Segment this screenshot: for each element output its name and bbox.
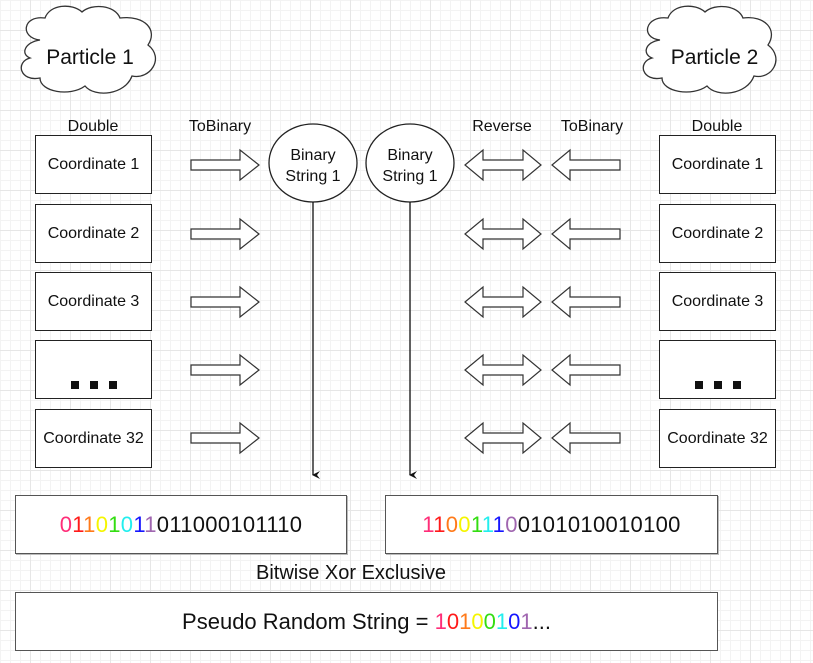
colored-digit: 0 <box>458 511 471 537</box>
cloud-label-particle-2: Particle 2 <box>670 46 759 69</box>
pseudo-random-result-box: Pseudo Random String = 10100101... <box>15 592 718 651</box>
ellipsis-dots <box>660 381 775 389</box>
left-coordinate-32: Coordinate 32 <box>35 409 152 468</box>
right-arrow-icon <box>190 217 260 251</box>
right-coordinate-2: Coordinate 2 <box>659 204 776 263</box>
dot <box>89 381 98 389</box>
left-coordinate-1: Coordinate 1 <box>35 135 152 194</box>
result-suffix: ... <box>532 608 551 634</box>
left-coordinate-3: Coordinate 3 <box>35 272 152 331</box>
type-label-right: Double <box>691 118 743 135</box>
colored-digit: 1 <box>422 511 434 537</box>
colored-digit: 0 <box>505 511 518 537</box>
double-arrow-icon <box>464 148 542 182</box>
ellipsis-dots <box>36 381 151 389</box>
binary-string-left-box: 01101011 011000101110 <box>15 495 347 554</box>
colored-digit: 1 <box>434 608 447 634</box>
double-arrow-icon <box>464 421 542 455</box>
binary-string-left-colored: 01101011 <box>60 512 157 538</box>
left-arrow-icon <box>551 421 621 455</box>
binary-node-right-label: Binary String 1 <box>366 145 454 187</box>
convert-label-left: ToBinary <box>188 118 252 135</box>
colored-digit: 0 <box>120 511 134 537</box>
dot <box>713 381 722 389</box>
right-arrow-icon <box>190 285 260 319</box>
double-arrow-icon <box>464 285 542 319</box>
right-arrow-icon <box>190 148 260 182</box>
dot <box>70 381 79 389</box>
right-coordinate-1: Coordinate 1 <box>659 135 776 194</box>
reverse-label: Reverse <box>472 118 532 135</box>
colored-digit: 0 <box>95 511 109 537</box>
double-arrow-icon <box>464 353 542 387</box>
colored-digit: 1 <box>495 608 509 634</box>
colored-digit: 1 <box>481 511 493 537</box>
colored-digit: 0 <box>59 511 73 537</box>
binary-string-left-plain: 011000101110 <box>156 511 303 537</box>
colored-digit: 1 <box>144 511 157 537</box>
right-arrow-icon <box>190 353 260 387</box>
colored-digit: 1 <box>133 511 145 537</box>
right-coordinate-32: Coordinate 32 <box>659 409 776 468</box>
binary-string-right-plain: 0101010010100 <box>517 511 681 537</box>
dot <box>732 381 741 389</box>
binary-node-right-line2: String 1 <box>382 168 438 185</box>
binary-string-right-colored: 11001110 <box>422 512 517 538</box>
colored-digit: 0 <box>446 608 460 634</box>
left-coordinate-ellipsis <box>35 340 152 399</box>
colored-digit: 1 <box>433 511 446 537</box>
colored-digit: 0 <box>508 608 521 634</box>
binary-node-left-line1: Binary <box>290 147 336 164</box>
binary-node-right-line1: Binary <box>387 147 433 164</box>
left-arrow-icon <box>551 353 621 387</box>
operation-label: Bitwise Xor Exclusive <box>256 562 447 584</box>
binary-node-left-label: Binary String 1 <box>269 145 357 187</box>
left-arrow-icon <box>551 217 621 251</box>
double-arrow-icon <box>464 217 542 251</box>
colored-digit: 1 <box>520 608 533 634</box>
left-arrow-icon <box>551 148 621 182</box>
colored-digit: 0 <box>445 511 459 537</box>
binary-string-right-box: 11001110 0101010010100 <box>385 495 718 554</box>
colored-digit: 1 <box>470 511 482 537</box>
colored-digit: 1 <box>72 511 84 537</box>
dot <box>108 381 117 389</box>
colored-digit: 1 <box>83 511 96 537</box>
right-arrow-icon <box>190 421 260 455</box>
colored-digit: 0 <box>483 608 496 634</box>
right-coordinate-ellipsis <box>659 340 776 399</box>
binary-node-left-line2: String 1 <box>285 168 341 185</box>
colored-digit: 1 <box>108 511 121 537</box>
dot <box>694 381 703 389</box>
result-prefix: Pseudo Random String = <box>182 608 435 634</box>
colored-digit: 0 <box>471 608 484 634</box>
colored-digit: 1 <box>492 511 506 537</box>
right-coordinate-3: Coordinate 3 <box>659 272 776 331</box>
left-arrow-icon <box>551 285 621 319</box>
convert-label-right: ToBinary <box>560 118 624 135</box>
type-label-left: Double <box>67 118 119 135</box>
cloud-label-particle-1: Particle 1 <box>46 46 134 69</box>
result-colored: 10100101 <box>435 609 533 635</box>
colored-digit: 1 <box>459 608 472 634</box>
left-coordinate-2: Coordinate 2 <box>35 204 152 263</box>
